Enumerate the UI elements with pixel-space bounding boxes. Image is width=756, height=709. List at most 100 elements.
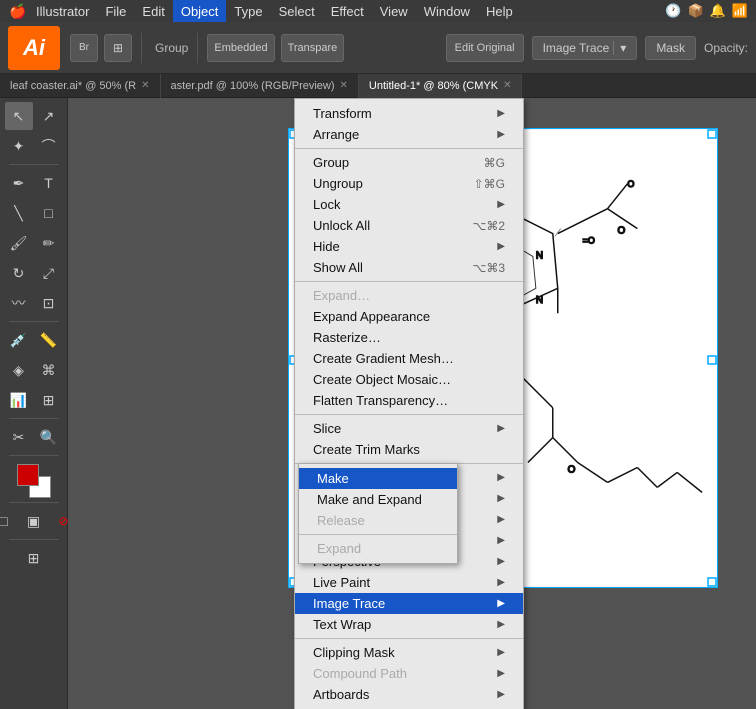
zoom-tool[interactable]: 🔍 <box>35 423 63 451</box>
column-graph-tool[interactable]: 📊 <box>5 386 33 414</box>
submenu-make-and-expand-label: Make and Expand <box>317 492 422 507</box>
menu-bar-right: 🕐📦🔔📶 <box>665 3 748 19</box>
pen-tool[interactable]: ✒ <box>5 169 33 197</box>
submenu-make-and-expand[interactable]: Make and Expand <box>299 489 457 510</box>
screen-mode[interactable]: ⊞ <box>20 544 48 572</box>
rectangle-tool[interactable]: □ <box>35 199 63 227</box>
tab-aster[interactable]: aster.pdf @ 100% (RGB/Preview) ✕ <box>161 74 359 98</box>
mask-button[interactable]: Mask <box>645 36 696 60</box>
menu-create-trim-marks[interactable]: Create Trim Marks <box>295 439 523 460</box>
color-selector[interactable] <box>17 464 51 498</box>
menu-clipping-mask[interactable]: Clipping Mask ▶ <box>295 642 523 663</box>
apple-menu[interactable]: 🍎 <box>8 0 28 22</box>
menu-sep-5 <box>295 638 523 639</box>
tab-untitled-close[interactable]: ✕ <box>503 80 511 91</box>
paintbrush-tool[interactable]: 🖌 <box>5 229 33 257</box>
menu-pattern-arrow: ▶ <box>497 493 505 504</box>
type-tool[interactable]: T <box>35 169 63 197</box>
menu-group[interactable]: Group ⌘G <box>295 152 523 173</box>
warp-tool[interactable]: 〰 <box>5 289 33 317</box>
menu-graph[interactable]: Graph ▶ <box>295 705 523 709</box>
menu-bar: 🍎 Illustrator File Edit Object Type Sele… <box>0 0 756 22</box>
menu-arrange[interactable]: Arrange ▶ <box>295 124 523 145</box>
menu-group-shortcut: ⌘G <box>484 156 505 170</box>
menu-transform-label: Transform <box>313 106 372 121</box>
tab-untitled[interactable]: Untitled-1* @ 80% (CMYK ✕ <box>359 74 523 98</box>
object-menu-dropdown: Transform ▶ Arrange ▶ Group ⌘G Ungroup ⇧… <box>294 98 524 709</box>
view-toggle[interactable]: ⊞ <box>104 34 132 62</box>
menu-effect[interactable]: Effect <box>323 0 372 22</box>
menu-hide[interactable]: Hide ▶ <box>295 236 523 257</box>
submenu-make[interactable]: Make <box>299 468 457 489</box>
svg-text:N: N <box>536 295 543 306</box>
menu-text-wrap[interactable]: Text Wrap ▶ <box>295 614 523 635</box>
pencil-tool[interactable]: ✏ <box>35 229 63 257</box>
lasso-tool[interactable]: ⌒ <box>35 132 63 160</box>
tab-leaf-close[interactable]: ✕ <box>141 80 149 91</box>
menu-unlock-all[interactable]: Unlock All ⌥⌘2 <box>295 215 523 236</box>
tab-aster-label: aster.pdf @ 100% (RGB/Preview) <box>171 80 335 92</box>
select-tool[interactable]: ↖ <box>5 102 33 130</box>
menu-create-gradient-mesh[interactable]: Create Gradient Mesh… <box>295 348 523 369</box>
menu-show-all[interactable]: Show All ⌥⌘3 <box>295 257 523 278</box>
menu-transform[interactable]: Transform ▶ <box>295 103 523 124</box>
toolbar-separator <box>141 33 142 63</box>
menu-artboards[interactable]: Artboards ▶ <box>295 684 523 705</box>
menu-file[interactable]: File <box>97 0 134 22</box>
image-trace-button[interactable]: Image Trace ▾ <box>532 36 638 60</box>
menu-image-trace[interactable]: Image Trace ▶ <box>295 593 523 614</box>
menu-arrange-label: Arrange <box>313 127 359 142</box>
menu-flatten-transparency[interactable]: Flatten Transparency… <box>295 390 523 411</box>
menu-object[interactable]: Object <box>173 0 227 22</box>
menu-lock[interactable]: Lock ▶ <box>295 194 523 215</box>
menu-show-all-label: Show All <box>313 260 363 275</box>
tab-leaf[interactable]: leaf coaster.ai* @ 50% (R ✕ <box>0 74 161 98</box>
line-tool[interactable]: ╲ <box>5 199 33 227</box>
eyedropper-tool[interactable]: 💉 <box>5 326 33 354</box>
trace-dropdown-arrow[interactable]: ▾ <box>613 41 626 55</box>
gradient-mode[interactable]: ▣ <box>20 507 48 535</box>
blend-tool[interactable]: ◈ <box>5 356 33 384</box>
menu-blend-arrow: ▶ <box>497 514 505 525</box>
submenu-make-label: Make <box>317 471 349 486</box>
menu-sep-1 <box>295 148 523 149</box>
artboard-tool[interactable]: ⊞ <box>35 386 63 414</box>
fill-mode[interactable]: □ <box>0 507 18 535</box>
magic-wand-tool[interactable]: ✦ <box>5 132 33 160</box>
slice-tool[interactable]: ✂ <box>5 423 33 451</box>
free-transform-tool[interactable]: ⊡ <box>35 289 63 317</box>
menu-select[interactable]: Select <box>271 0 323 22</box>
menu-slice[interactable]: Slice ▶ <box>295 418 523 439</box>
menu-transform-arrow: ▶ <box>497 108 505 119</box>
submenu-expand: Expand <box>299 538 457 559</box>
app-logo: Ai <box>8 26 60 70</box>
menu-create-object-mosaic-label: Create Object Mosaic… <box>313 372 451 387</box>
tool-separator-5 <box>9 502 59 503</box>
symbol-tool[interactable]: ⌘ <box>35 356 63 384</box>
menu-type[interactable]: Type <box>226 0 270 22</box>
edit-original-button[interactable]: Edit Original <box>446 34 524 62</box>
menu-live-paint[interactable]: Live Paint ▶ <box>295 572 523 593</box>
menu-window[interactable]: Window <box>416 0 478 22</box>
menu-slice-label: Slice <box>313 421 341 436</box>
svg-text:O: O <box>627 179 634 189</box>
scale-tool[interactable]: ⤢ <box>35 259 63 287</box>
menu-slice-arrow: ▶ <box>497 423 505 434</box>
direct-select-tool[interactable]: ↗ <box>35 102 63 130</box>
menu-help[interactable]: Help <box>478 0 521 22</box>
menu-group-label: Group <box>313 155 349 170</box>
tab-aster-close[interactable]: ✕ <box>340 80 348 91</box>
transparent-label: Transpare <box>281 34 345 62</box>
menu-view[interactable]: View <box>372 0 416 22</box>
foreground-color-box[interactable] <box>17 464 39 486</box>
menu-ungroup[interactable]: Ungroup ⇧⌘G <box>295 173 523 194</box>
measure-tool[interactable]: 📏 <box>35 326 63 354</box>
menu-expand-appearance[interactable]: Expand Appearance <box>295 306 523 327</box>
bridge-button[interactable]: Br <box>70 34 98 62</box>
menu-image-trace-label: Image Trace <box>313 596 385 611</box>
menu-edit[interactable]: Edit <box>134 0 172 22</box>
menu-illustrator[interactable]: Illustrator <box>28 0 97 22</box>
menu-rasterize[interactable]: Rasterize… <box>295 327 523 348</box>
menu-create-object-mosaic[interactable]: Create Object Mosaic… <box>295 369 523 390</box>
rotate-tool[interactable]: ↻ <box>5 259 33 287</box>
